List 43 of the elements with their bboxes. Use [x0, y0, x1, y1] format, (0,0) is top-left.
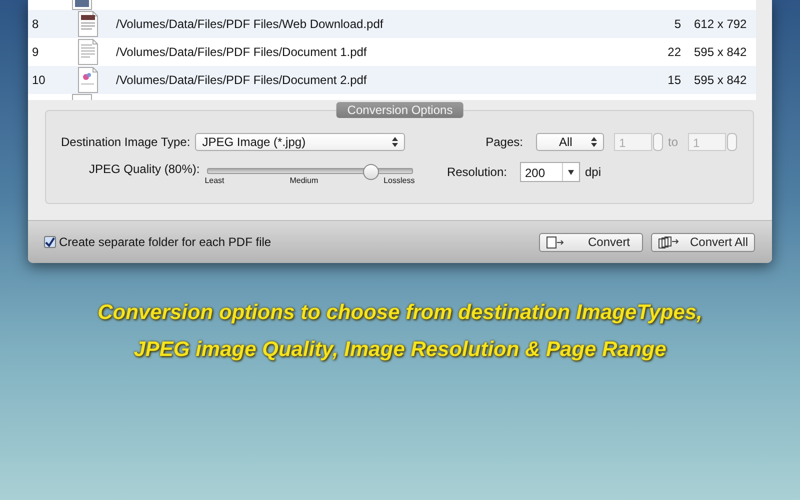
- page-count: 5: [673, 17, 681, 32]
- field-label: Resolution:: [446, 165, 507, 179]
- file-path: /Volumes/Data/Files/PDF Files/Web Download.pdf: [115, 17, 384, 32]
- field-label: JPEG Quality (80%):: [89, 161, 200, 176]
- up-down-arrows-icon: [590, 137, 597, 147]
- caption-text: JPEG image Quality, Image Resolution & Page Range: [134, 337, 666, 363]
- stepper[interactable]: [652, 133, 663, 151]
- unit-label: dpi: [584, 165, 601, 179]
- tick-label: Lossless: [384, 176, 415, 185]
- document-thumbnail-icon: [78, 39, 98, 66]
- table-row[interactable]: 8 /Volumes/Data/Files/PDF Files/Web Download.pdf 5 612 x 792: [28, 10, 756, 38]
- table-row[interactable]: 9 /Volumes/Data/Files/PDF Files/Document 1.pdf 22 595 x 842: [28, 38, 756, 66]
- up-down-arrows-icon: [392, 137, 398, 147]
- stepper[interactable]: [727, 133, 737, 151]
- checkbox[interactable]: [44, 236, 56, 248]
- convert-all-button[interactable]: Convert All: [651, 232, 755, 252]
- file-path: /Volumes/Data/Files/PDF Files/Document 2.pdf: [115, 73, 368, 88]
- page-size: 612 x 792: [693, 17, 748, 32]
- page-count: 22: [666, 45, 681, 60]
- row-number: 10: [31, 73, 46, 88]
- file-path: /Volumes/Data/Files/PDF Files/Document 1.pdf: [115, 45, 368, 60]
- field-label: Pages:: [486, 135, 523, 149]
- quality-slider[interactable]: Least Medium Lossless: [204, 161, 415, 189]
- convert-button[interactable]: Convert: [539, 232, 643, 252]
- field-label: to: [668, 135, 678, 149]
- page-size: 595 x 842: [693, 73, 748, 88]
- document-arrow-icon: [546, 236, 566, 248]
- caption-text: Conversion options to choose from destination ImageTypes,: [98, 300, 702, 326]
- table-row[interactable]: 10 /Volumes/Data/Files/PDF Files/Document 2.pdf 15 595 x 842: [28, 66, 756, 94]
- field-label: Destination Image Type:: [61, 135, 190, 149]
- pages-popup[interactable]: All: [536, 133, 604, 151]
- tick-label: Medium: [290, 176, 318, 185]
- resolution-combo[interactable]: 200: [520, 162, 580, 182]
- image-type-popup[interactable]: JPEG Image (*.jpg): [195, 133, 406, 151]
- separate-folder-checkbox[interactable]: Create separate folder for each PDF file: [44, 235, 272, 249]
- tick-label: Least: [204, 176, 224, 185]
- page-count: 15: [666, 73, 681, 88]
- row-number: 8: [31, 17, 40, 32]
- dropdown-arrow-icon: [568, 170, 574, 174]
- page-size: 595 x 842: [693, 45, 748, 60]
- documents-arrow-icon: [658, 236, 680, 248]
- row-number: 9: [31, 45, 40, 60]
- slider-thumb[interactable]: [362, 164, 379, 180]
